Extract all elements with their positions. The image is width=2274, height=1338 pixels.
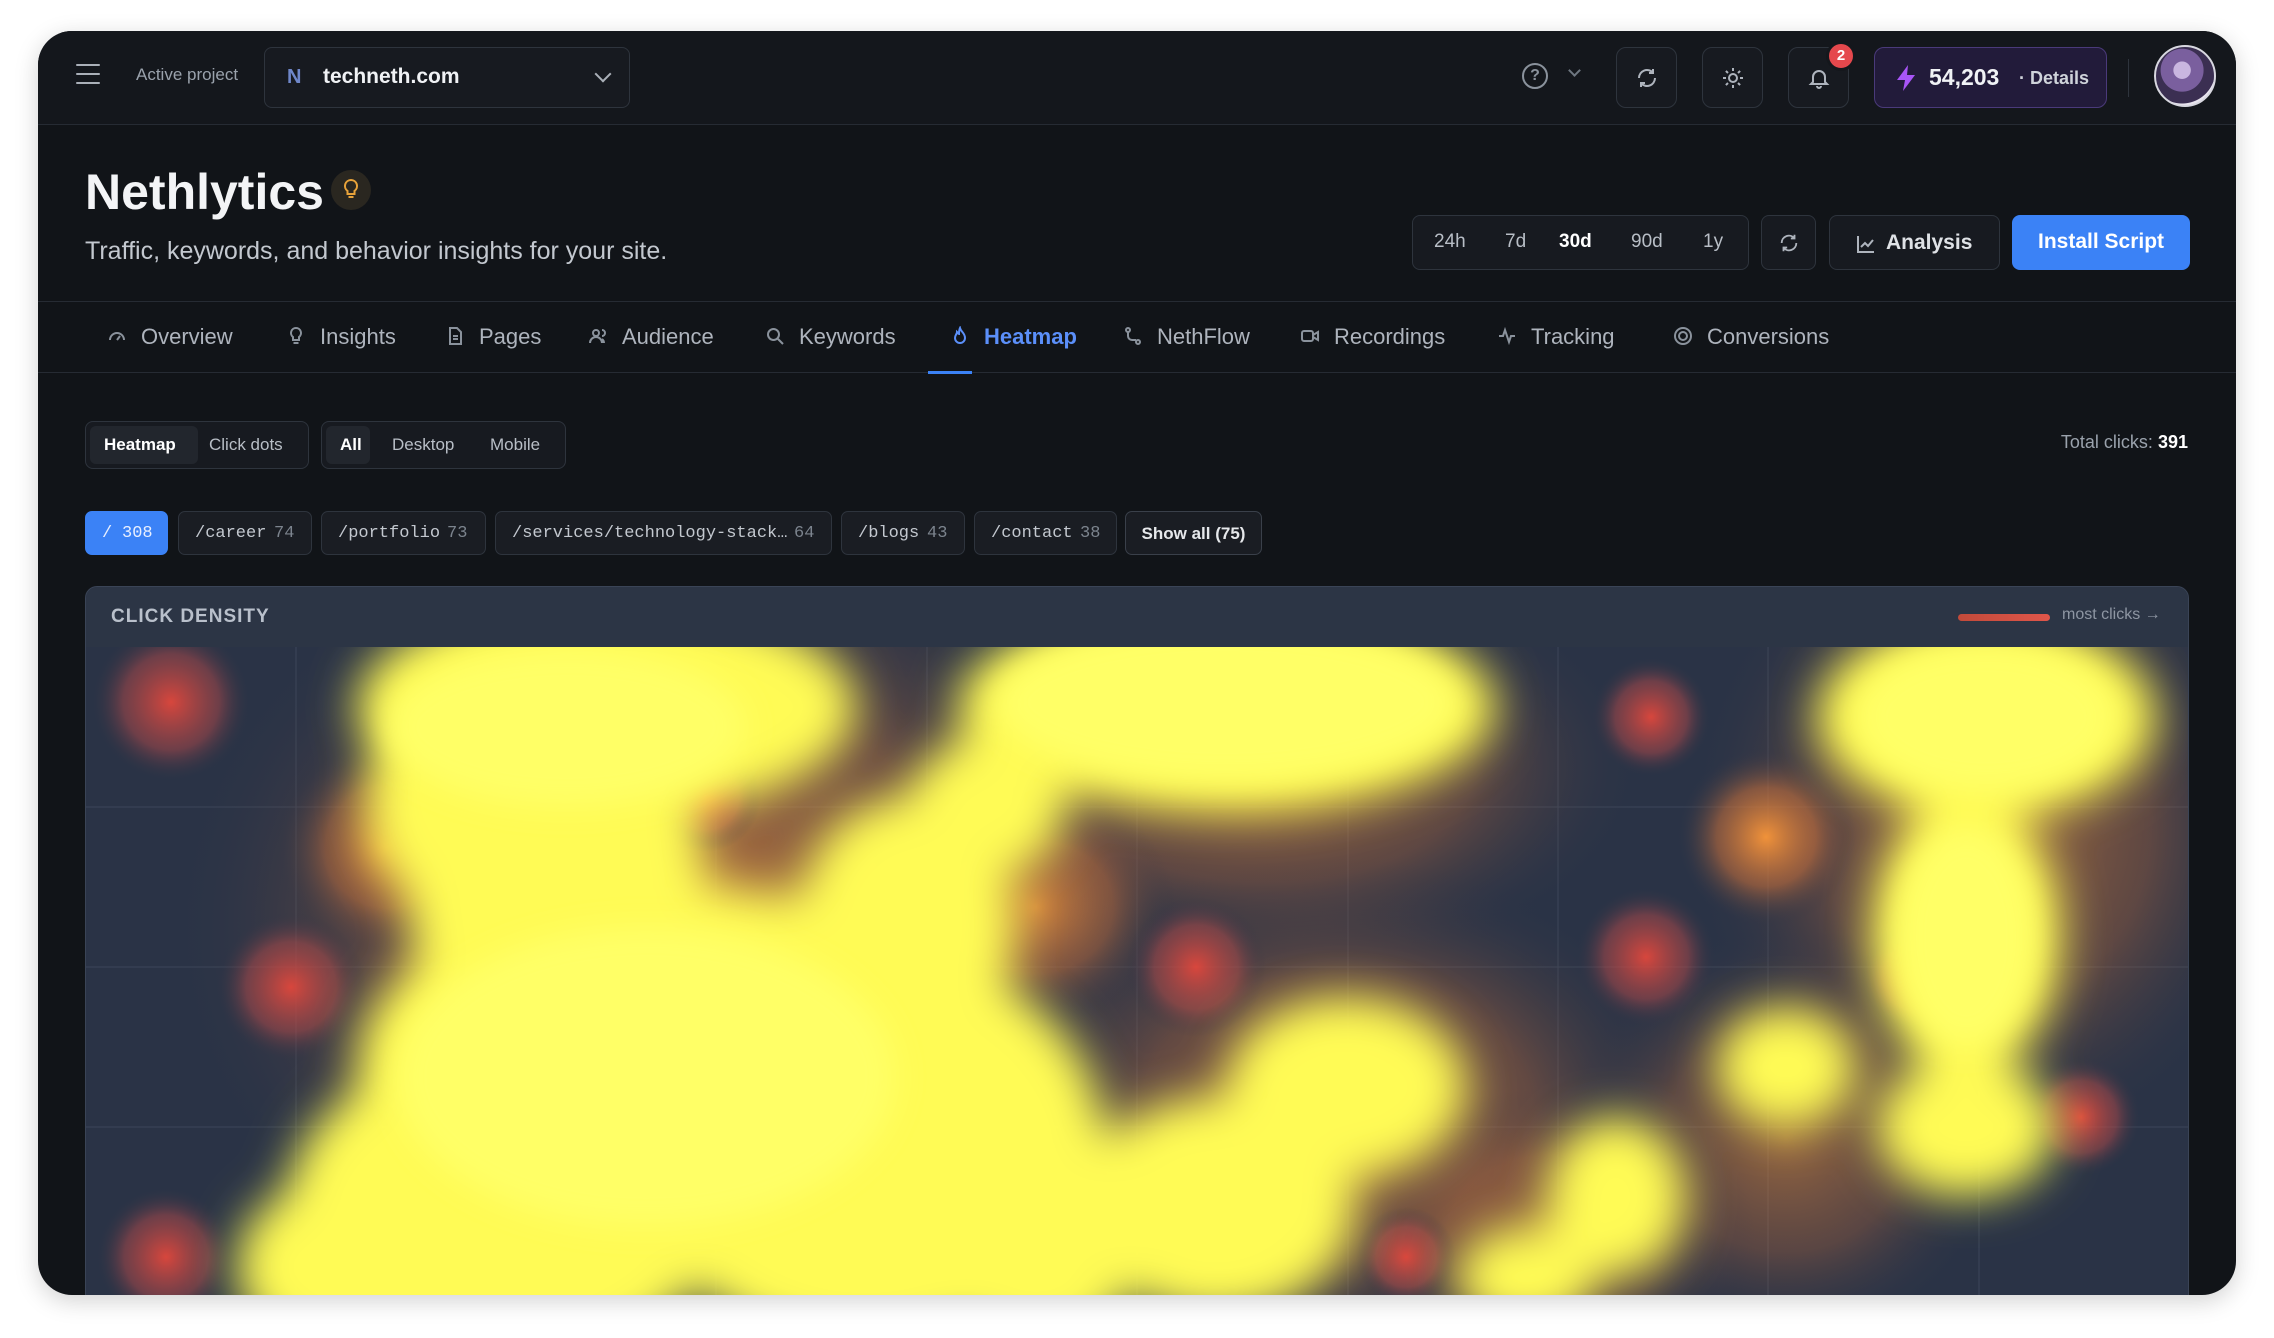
total-clicks-value: 391: [2157, 432, 2188, 452]
notification-badge: 2: [1826, 41, 1856, 71]
show-all-label: Show all (75): [1141, 524, 1246, 543]
range-90d[interactable]: 90d: [1631, 231, 1663, 253]
range-1y[interactable]: 1y: [1703, 231, 1723, 253]
page-chip[interactable]: /contact 38: [974, 511, 1117, 555]
users-icon: [589, 329, 606, 344]
legend-gradient: [1958, 614, 2050, 621]
heatmap-canvas[interactable]: [86, 647, 2189, 1295]
page-subtitle: Traffic, keywords, and behavior insights…: [85, 237, 668, 265]
page-path: /contact: [991, 524, 1073, 543]
flow-icon: [1125, 327, 1141, 345]
video-icon: [1301, 330, 1319, 342]
page-count: 308: [122, 524, 153, 543]
credits-button[interactable]: 54,203 · Details: [1874, 47, 2107, 108]
menu-icon[interactable]: [76, 64, 100, 84]
page-count: 74: [274, 524, 295, 543]
credits-details-link[interactable]: · Details: [2019, 68, 2089, 89]
credits-value: 54,203: [1929, 64, 2000, 90]
app-window: Active project N techneth.com ? 2 54,203…: [38, 31, 2236, 1295]
avatar[interactable]: [2154, 45, 2216, 107]
help-chevron-icon[interactable]: [1568, 64, 1581, 77]
total-clicks: Total clicks: 391: [2061, 432, 2188, 453]
analysis-label: Analysis: [1886, 231, 1973, 254]
gauge-icon: [109, 332, 125, 341]
date-range-selector: 24h 7d 30d 90d 1y: [1412, 215, 1749, 270]
chart-line-icon: [1857, 236, 1874, 253]
mode-click-dots[interactable]: Click dots: [209, 435, 283, 455]
page-path: /services/technology-stack…: [512, 524, 788, 543]
device-desktop[interactable]: Desktop: [392, 435, 454, 455]
device-mobile[interactable]: Mobile: [490, 435, 540, 455]
view-mode-toggle: Heatmap Click dots: [85, 421, 309, 469]
range-30d[interactable]: 30d: [1559, 231, 1592, 253]
device-all[interactable]: All: [340, 435, 362, 455]
tab-bar: Overview Insights Pages Audience Keyword…: [38, 301, 2236, 374]
theme-toggle-button[interactable]: [1702, 47, 1763, 108]
sun-icon: [1723, 68, 1743, 88]
project-logo-icon: N: [287, 66, 302, 88]
page-count: 38: [1080, 524, 1101, 543]
install-script-button[interactable]: Install Script: [2012, 215, 2190, 270]
show-all-pages-button[interactable]: Show all (75): [1125, 511, 1262, 555]
install-script-label: Install Script: [2037, 230, 2165, 253]
page-chip[interactable]: /portfolio 73: [321, 511, 486, 555]
project-selector[interactable]: N techneth.com: [264, 47, 630, 108]
page-path: /portfolio: [338, 524, 441, 543]
chevron-down-icon: [594, 65, 612, 83]
divider: [2128, 59, 2129, 97]
file-icon: [449, 327, 462, 345]
refresh-icon: [1780, 234, 1798, 252]
refresh-button[interactable]: [1761, 215, 1816, 270]
page-title: Nethlytics: [85, 164, 324, 220]
bell-icon: [1808, 70, 1830, 89]
sync-button[interactable]: [1616, 47, 1677, 108]
lightbulb-icon[interactable]: [331, 170, 371, 210]
page-count: 43: [927, 524, 948, 543]
legend-label: most clicks →: [2062, 606, 2161, 623]
mode-heatmap[interactable]: Heatmap: [104, 435, 176, 455]
page-chip[interactable]: /services/technology-stack… 64: [495, 511, 832, 555]
range-7d[interactable]: 7d: [1505, 231, 1526, 253]
page-count: 64: [794, 524, 815, 543]
page-path: /career: [195, 524, 267, 543]
page-path: /: [102, 524, 113, 543]
analysis-button[interactable]: Analysis: [1829, 215, 2000, 270]
refresh-icon: [1638, 69, 1656, 87]
device-filter: All Desktop Mobile: [321, 421, 566, 469]
page-count: 73: [447, 524, 468, 543]
click-density-panel: CLICK DENSITY most clicks →: [85, 586, 2189, 1295]
total-clicks-label: Total clicks:: [2060, 432, 2153, 452]
page-chip[interactable]: /blogs 43: [841, 511, 965, 555]
panel-header: CLICK DENSITY most clicks →: [86, 587, 2188, 647]
page-chip[interactable]: / 308: [85, 511, 168, 555]
help-icon[interactable]: ?: [1522, 63, 1548, 89]
active-project-label: Active project: [136, 65, 239, 84]
target-icon: [1674, 327, 1692, 345]
top-bar: Active project N techneth.com ? 2 54,203…: [38, 31, 2236, 125]
project-name: techneth.com: [323, 65, 460, 88]
search-icon: [767, 328, 784, 345]
page-chip[interactable]: /career 74: [178, 511, 312, 555]
lightbulb-icon: [290, 326, 302, 344]
flame-icon: [953, 326, 967, 344]
page-path: /blogs: [858, 524, 920, 543]
lightning-icon: [1897, 65, 1915, 91]
panel-title: CLICK DENSITY: [111, 606, 270, 627]
range-24h[interactable]: 24h: [1434, 231, 1466, 253]
activity-icon: [1499, 326, 1515, 346]
